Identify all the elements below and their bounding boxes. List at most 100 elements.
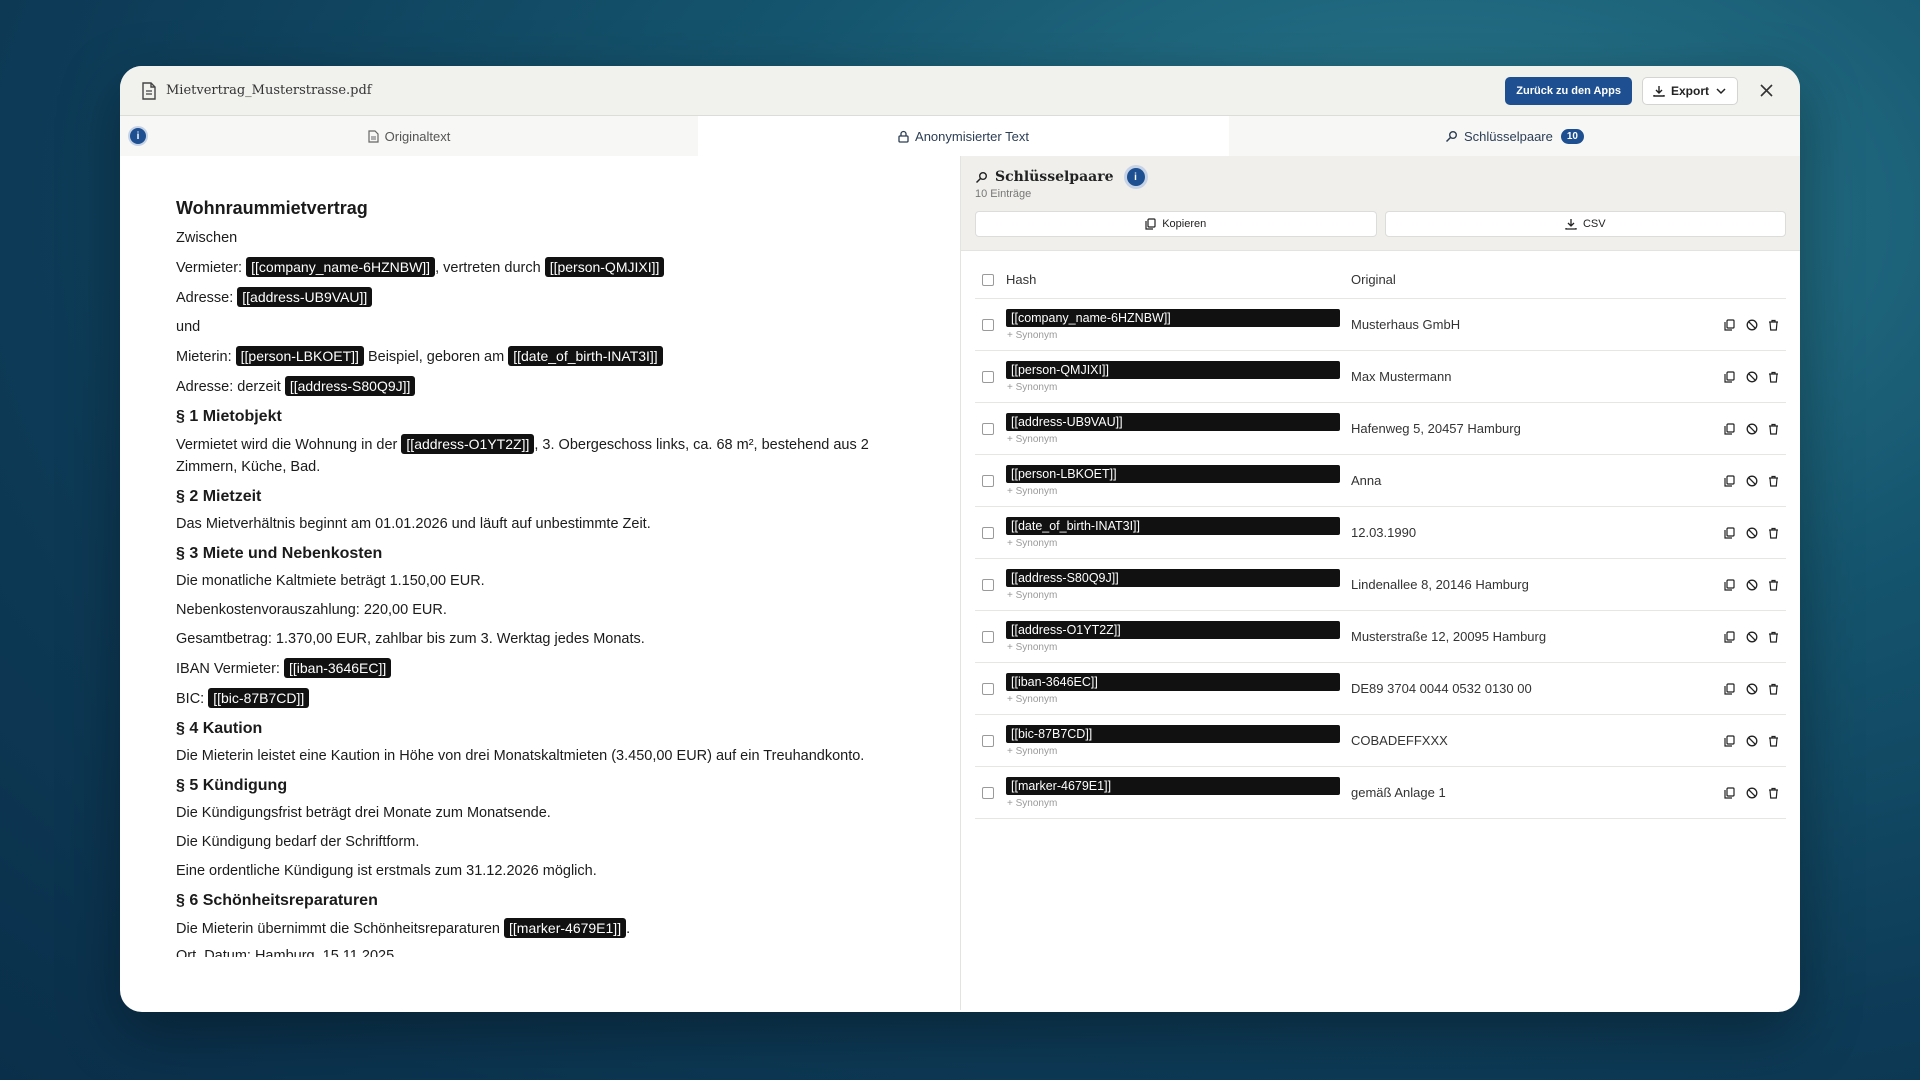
info-icon[interactable]: i	[1126, 168, 1145, 186]
add-synonym-button[interactable]: + Synonym	[1006, 798, 1340, 809]
anonymized-tag[interactable]: [[iban-3646EC]]	[283, 658, 392, 678]
keypairs-title: Schlüsselpaare	[995, 169, 1114, 185]
table-header: Hash Original	[975, 251, 1786, 299]
block-icon[interactable]	[1746, 319, 1758, 331]
copy-icon[interactable]	[1724, 578, 1736, 591]
doc-line-s2: Das Mietverhältnis beginnt am 01.01.2026…	[176, 516, 651, 532]
trash-icon[interactable]	[1768, 787, 1780, 799]
csv-label: CSV	[1582, 218, 1606, 230]
row-checkbox[interactable]	[982, 734, 994, 747]
row-checkbox[interactable]	[982, 318, 994, 331]
block-icon[interactable]	[1746, 735, 1758, 747]
hash-value: [[bic-87B7CD]]	[1006, 724, 1340, 743]
keypairs-panel: Schlüsselpaare i 10 Einträge Kopieren CS…	[961, 156, 1800, 1010]
tab-anonymized-text[interactable]: Anonymisierter Text	[698, 116, 1229, 156]
anonymized-tag[interactable]: [[marker-4679E1]]	[504, 918, 627, 938]
row-checkbox[interactable]	[982, 370, 994, 383]
anonymized-tag[interactable]: [[person-LBKOET]]	[235, 346, 364, 366]
trash-icon[interactable]	[1768, 319, 1780, 331]
csv-button[interactable]: CSV	[1384, 211, 1786, 237]
tab-keypairs[interactable]: Schlüsselpaare 10	[1229, 116, 1800, 156]
tab-original-text[interactable]: Originaltext	[120, 116, 698, 156]
trash-icon[interactable]	[1768, 475, 1780, 487]
text: Vermieter:	[176, 260, 243, 276]
table-row: [[person-LBKOET]] + Synonym Anna	[975, 455, 1786, 507]
copy-icon[interactable]	[1724, 370, 1736, 383]
anonymized-tag[interactable]: [[company_name-6HZNBW]]	[246, 257, 436, 277]
trash-icon[interactable]	[1768, 527, 1780, 539]
copy-icon[interactable]	[1724, 682, 1736, 695]
block-icon[interactable]	[1746, 475, 1758, 487]
anonymized-tag[interactable]: [[address-S80Q9J]]	[284, 376, 416, 396]
row-checkbox[interactable]	[982, 786, 994, 799]
doc-line-s3-2: Nebenkostenvorauszahlung: 220,00 EUR.	[176, 602, 447, 618]
tab-keypairs-label: Schlüsselpaare	[1463, 128, 1553, 144]
trash-icon[interactable]	[1768, 423, 1780, 435]
copy-icon[interactable]	[1724, 786, 1736, 799]
add-synonym-button[interactable]: + Synonym	[1006, 746, 1340, 757]
text: , vertreten durch	[435, 260, 541, 276]
block-icon[interactable]	[1746, 787, 1758, 799]
add-synonym-button[interactable]: + Synonym	[1006, 642, 1340, 653]
anonymized-tag[interactable]: [[date_of_birth-INAT3I]]	[508, 346, 663, 366]
add-synonym-button[interactable]: + Synonym	[1006, 486, 1340, 497]
close-icon	[1759, 84, 1773, 97]
row-checkbox[interactable]	[982, 422, 994, 435]
back-to-apps-button[interactable]: Zurück zu den Apps	[1505, 76, 1632, 105]
anonymized-tag[interactable]: [[address-UB9VAU]]	[237, 287, 373, 307]
block-icon[interactable]	[1746, 631, 1758, 643]
table-row: [[date_of_birth-INAT3I]] + Synonym 12.03…	[975, 507, 1786, 559]
add-synonym-button[interactable]: + Synonym	[1006, 434, 1340, 445]
close-button[interactable]	[1752, 77, 1780, 105]
info-icon[interactable]: i	[130, 128, 146, 144]
block-icon[interactable]	[1746, 423, 1758, 435]
add-synonym-button[interactable]: + Synonym	[1006, 694, 1340, 705]
copy-button[interactable]: Kopieren	[975, 211, 1377, 237]
original-value: Hafenweg 5, 20457 Hamburg	[1351, 420, 1521, 436]
copy-icon[interactable]	[1724, 526, 1736, 539]
anonymized-tag[interactable]: [[address-O1YT2Z]]	[401, 434, 535, 454]
trash-icon[interactable]	[1768, 631, 1780, 643]
doc-line-iban: IBAN Vermieter: [[iban-3646EC]]	[176, 657, 904, 680]
original-value: Max Mustermann	[1351, 368, 1452, 384]
text: Mieterin:	[176, 349, 232, 365]
copy-icon[interactable]	[1724, 474, 1736, 487]
anonymized-tag[interactable]: [[person-QMJIXI]]	[544, 257, 665, 277]
table-row: [[address-O1YT2Z]] + Synonym Musterstraß…	[975, 611, 1786, 663]
text: IBAN Vermieter:	[176, 661, 280, 677]
row-checkbox[interactable]	[982, 526, 994, 539]
trash-icon[interactable]	[1768, 371, 1780, 383]
copy-icon[interactable]	[1724, 422, 1736, 435]
view-tabs: i Originaltext Anonymisierter Text Schlü…	[120, 116, 1800, 156]
trash-icon[interactable]	[1768, 683, 1780, 695]
copy-icon[interactable]	[1724, 734, 1736, 747]
row-checkbox[interactable]	[982, 474, 994, 487]
original-value: 12.03.1990	[1351, 524, 1417, 540]
key-icon	[1445, 130, 1457, 142]
original-value: DE89 3704 0044 0532 0130 00	[1351, 680, 1532, 696]
copy-icon[interactable]	[1724, 630, 1736, 643]
export-button[interactable]: Export	[1641, 76, 1738, 105]
block-icon[interactable]	[1746, 683, 1758, 695]
copy-icon	[1145, 218, 1156, 230]
doc-line-s5-2: Die Kündigung bedarf der Schriftform.	[176, 834, 420, 850]
add-synonym-button[interactable]: + Synonym	[1006, 382, 1340, 393]
copy-icon[interactable]	[1724, 318, 1736, 331]
row-checkbox[interactable]	[982, 578, 994, 591]
block-icon[interactable]	[1746, 579, 1758, 591]
row-checkbox[interactable]	[982, 682, 994, 695]
block-icon[interactable]	[1746, 371, 1758, 383]
text: Die Mieterin übernimmt die Schönheitsrep…	[176, 921, 500, 937]
anonymized-tag[interactable]: [[bic-87B7CD]]	[208, 688, 310, 708]
file-icon	[142, 81, 156, 100]
select-all-checkbox[interactable]	[982, 273, 994, 286]
hash-value: [[address-UB9VAU]]	[1006, 412, 1340, 431]
add-synonym-button[interactable]: + Synonym	[1006, 538, 1340, 549]
trash-icon[interactable]	[1768, 579, 1780, 591]
keypairs-count-badge: 10	[1560, 128, 1584, 144]
add-synonym-button[interactable]: + Synonym	[1006, 590, 1340, 601]
add-synonym-button[interactable]: + Synonym	[1006, 330, 1340, 341]
trash-icon[interactable]	[1768, 735, 1780, 747]
block-icon[interactable]	[1746, 527, 1758, 539]
row-checkbox[interactable]	[982, 630, 994, 643]
